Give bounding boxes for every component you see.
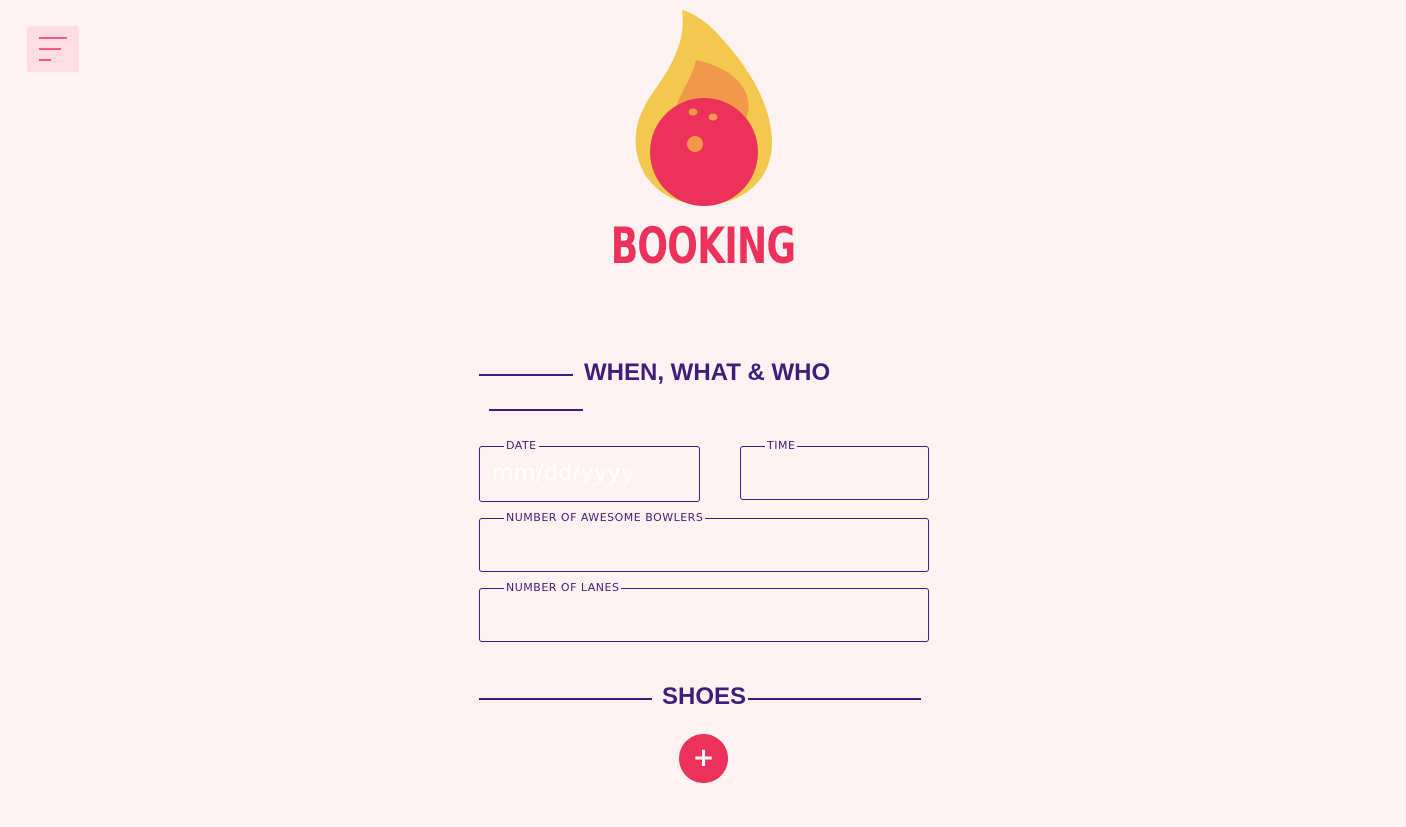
bowlers-label: NUMBER OF AWESOME BOWLERS xyxy=(504,511,706,525)
section-rule-left xyxy=(479,374,573,376)
time-input[interactable] xyxy=(753,459,916,491)
hamburger-menu-icon xyxy=(39,37,67,61)
date-label: DATE xyxy=(504,439,539,453)
booking-page: BOOKING WHEN, WHAT & WHO DATE mm/dd/yyyy… xyxy=(0,0,1406,827)
shoes-rule-right xyxy=(748,698,921,700)
menu-button[interactable] xyxy=(27,26,79,72)
section-heading-shoes: SHOES xyxy=(662,683,747,710)
bowlers-input[interactable] xyxy=(492,531,916,563)
page-title: BOOKING xyxy=(610,217,796,275)
add-shoe-button[interactable]: + xyxy=(679,734,728,783)
bowling-ball xyxy=(650,98,758,206)
section-heading-when-what-who: WHEN, WHAT & WHO xyxy=(584,359,831,386)
time-field[interactable]: TIME xyxy=(740,439,929,500)
date-field[interactable]: DATE mm/dd/yyyy xyxy=(479,439,700,502)
ball-hole-1 xyxy=(688,108,698,116)
plus-icon: + xyxy=(692,743,715,773)
shoes-rule-left xyxy=(479,698,652,700)
date-placeholder: mm/dd/yyyy xyxy=(492,461,635,486)
ball-hole-2 xyxy=(708,113,718,121)
lanes-field[interactable]: NUMBER OF LANES xyxy=(479,581,929,642)
bowlers-field[interactable]: NUMBER OF AWESOME BOWLERS xyxy=(479,511,929,572)
time-label: TIME xyxy=(765,439,798,453)
flaming-bowling-ball-logo xyxy=(635,10,772,206)
ball-hole-3 xyxy=(687,136,703,152)
lanes-input[interactable] xyxy=(492,601,916,633)
section-rule-right xyxy=(489,409,583,411)
lanes-label: NUMBER OF LANES xyxy=(504,581,622,595)
